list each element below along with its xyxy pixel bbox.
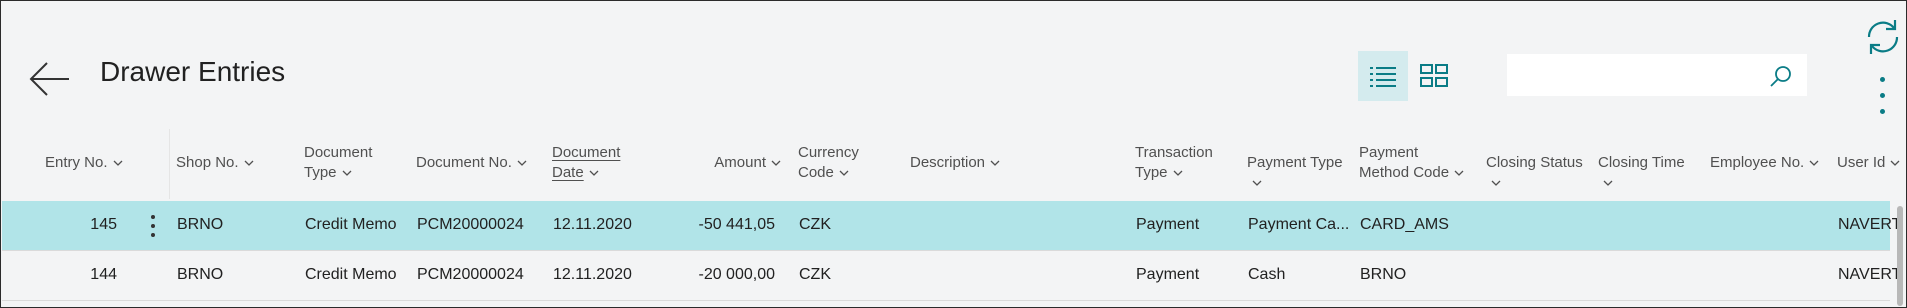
column-header-label: Type (304, 164, 337, 181)
chevron-down-icon (517, 160, 527, 166)
column-header-entry-no[interactable]: Entry No. (45, 153, 125, 173)
tile-view-icon (1420, 64, 1448, 87)
table-row[interactable]: 144 BRNO Credit Memo PCM20000024 12.11.2020 -… (2, 251, 1901, 301)
more-options-button[interactable] (1875, 75, 1891, 117)
chevron-down-icon (839, 170, 849, 176)
cell-document-no: PCM20000024 (417, 216, 524, 233)
column-header-document-date[interactable]: Document Date (552, 143, 642, 183)
chevron-down-icon (1809, 160, 1819, 166)
cell-transaction-type: Payment (1136, 266, 1200, 283)
cell-transaction-type: Payment (1136, 216, 1200, 233)
column-header-label: Currency (798, 144, 859, 161)
column-header-label: Transaction (1135, 144, 1213, 161)
search-field[interactable] (1507, 54, 1807, 96)
cell-payment-type: Cash (1248, 266, 1286, 283)
column-header-label: Method Code (1359, 164, 1450, 181)
table-row[interactable]: 145 BRNO Credit Memo PCM20000024 12.11.2020 -… (2, 201, 1901, 251)
chevron-down-icon (113, 160, 122, 166)
column-header-amount[interactable]: Amount (701, 153, 781, 173)
column-header-label: Document (304, 144, 373, 161)
cell-shop-no: BRNO (177, 216, 224, 233)
column-header-label: User Id (1837, 154, 1886, 171)
column-header-transaction-type[interactable]: Transaction Type (1135, 143, 1225, 183)
list-view-button[interactable] (1358, 51, 1408, 101)
list-view-icon (1370, 67, 1396, 87)
column-header-label: Closing Time (1598, 154, 1685, 171)
cell-document-no: PCM20000024 (417, 266, 524, 283)
column-header-label: Entry No. (45, 154, 108, 171)
column-header-label: Payment (1359, 144, 1419, 161)
chevron-down-icon (990, 160, 1000, 166)
cell-payment-method-code: BRNO (1360, 266, 1407, 283)
chevron-down-icon (1173, 170, 1182, 176)
back-arrow-icon (29, 62, 69, 96)
chevron-down-icon (1454, 170, 1464, 176)
cell-user-id: NAVERT (1838, 266, 1902, 283)
column-header-label: Shop No. (176, 154, 239, 171)
chevron-down-icon (342, 170, 351, 176)
column-header-employee-no[interactable]: Employee No. (1710, 153, 1820, 173)
refresh-button[interactable] (1863, 17, 1903, 57)
column-header-label: Date (552, 164, 584, 181)
column-header-user-id[interactable]: User Id (1837, 153, 1907, 173)
chevron-down-icon (589, 170, 599, 176)
column-header-currency-code[interactable]: Currency Code (798, 143, 878, 183)
cell-amount: -50 441,05 (698, 216, 775, 233)
column-header-label: Amount (714, 154, 766, 171)
cell-entry-no: 145 (90, 216, 117, 233)
chevron-down-icon (1890, 160, 1900, 166)
chevron-down-icon (1603, 180, 1613, 186)
cell-currency-code: CZK (799, 266, 831, 283)
column-header-description[interactable]: Description (910, 153, 1020, 173)
chevron-down-icon (1491, 180, 1501, 186)
cell-shop-no: BRNO (177, 266, 224, 283)
cell-document-type: Credit Memo (305, 266, 397, 283)
column-header-label: Description (910, 154, 986, 171)
cell-payment-type: Payment Ca... (1248, 216, 1350, 233)
column-header-label: Document No. (416, 154, 512, 171)
cell-document-date: 12.11.2020 (553, 216, 632, 233)
search-icon[interactable] (1769, 64, 1793, 88)
row-menu-icon[interactable] (147, 213, 159, 239)
column-header-label: Payment Type (1247, 154, 1343, 171)
cell-currency-code: CZK (799, 216, 831, 233)
column-header-label: Type (1135, 164, 1168, 181)
column-header-document-no[interactable]: Document No. (416, 153, 536, 173)
vertical-scrollbar[interactable] (1897, 206, 1903, 306)
column-header-label: Closing Status (1486, 154, 1583, 171)
cell-document-date: 12.11.2020 (553, 266, 632, 283)
column-header-label: Code (798, 164, 834, 181)
column-header-payment-type[interactable]: Payment Type (1247, 153, 1357, 193)
column-header-closing-time[interactable]: Closing Time (1598, 153, 1698, 193)
refresh-icon (1867, 20, 1899, 54)
column-header-label: Employee No. (1710, 154, 1805, 171)
cell-user-id: NAVERT (1838, 216, 1902, 233)
column-divider (169, 129, 170, 199)
column-header-closing-status[interactable]: Closing Status (1486, 153, 1596, 193)
chevron-down-icon (771, 160, 781, 166)
column-header-label: Document (552, 144, 621, 161)
chevron-down-icon (244, 160, 254, 166)
column-header-shop-no[interactable]: Shop No. (176, 153, 266, 173)
cell-document-type: Credit Memo (305, 216, 397, 233)
cell-amount: -20 000,00 (698, 266, 775, 283)
cell-entry-no: 144 (90, 266, 117, 283)
column-header-payment-method-code[interactable]: Payment Method Code (1359, 143, 1479, 183)
search-input[interactable] (1507, 54, 1777, 96)
cell-payment-method-code: CARD_AMS (1360, 216, 1449, 233)
page-title: Drawer Entries (100, 56, 286, 87)
column-header-document-type[interactable]: Document Type (304, 143, 404, 183)
chevron-down-icon (1252, 180, 1262, 186)
tile-view-button[interactable] (1409, 51, 1459, 101)
back-button[interactable] (27, 57, 71, 101)
